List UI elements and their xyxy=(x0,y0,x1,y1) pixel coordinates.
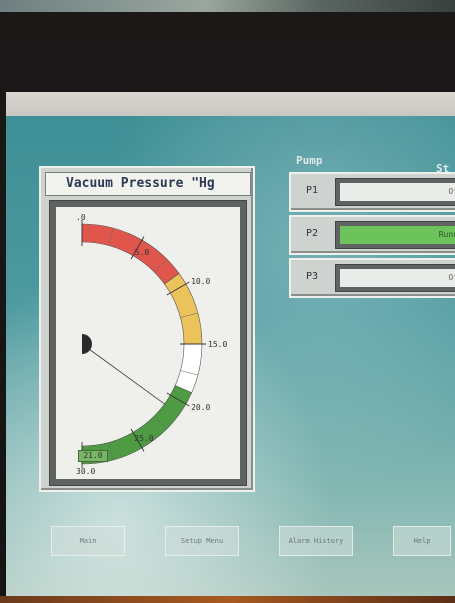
gauge-readout: 21.0 xyxy=(78,450,108,462)
gauge-hub xyxy=(82,334,92,354)
vacuum-gauge-panel: Vacuum Pressure "Hg .0 5.0 10.0 15.0 20.0 25.… xyxy=(39,166,255,492)
pump-status-slot: Runn xyxy=(335,221,455,249)
pump-status-field: Runn xyxy=(340,226,455,244)
gauge-tick-label: 20.0 xyxy=(191,403,210,412)
pump-row-p3[interactable]: P3 Of xyxy=(289,258,455,298)
pump-id: P3 xyxy=(305,271,319,282)
gauge-dial: .0 5.0 10.0 15.0 20.0 25.0 30.0 xyxy=(76,213,227,476)
gauge-tick-label: 30.0 xyxy=(76,467,95,476)
pump-row-p1[interactable]: P1 Of xyxy=(289,172,455,212)
gauge-tick-label: 5.0 xyxy=(135,248,150,257)
gauge-tick-label: 25.0 xyxy=(134,434,153,443)
gauge-title: Vacuum Pressure "Hg xyxy=(45,172,251,196)
pump-row-p2[interactable]: P2 Runn xyxy=(289,215,455,255)
pump-status-field: Of xyxy=(340,269,455,287)
gauge-tick-label: 15.0 xyxy=(208,340,227,349)
main-button[interactable]: Main xyxy=(51,526,125,556)
pump-column-header: Pump xyxy=(296,154,323,167)
gauge-tick-label: .0 xyxy=(76,213,86,222)
gauge-face: .0 5.0 10.0 15.0 20.0 25.0 30.0 21.0 xyxy=(56,207,240,479)
monitor-bezel-lip xyxy=(6,92,455,116)
setup-menu-button[interactable]: Setup Menu xyxy=(165,526,239,556)
pump-status-slot: Of xyxy=(335,264,455,292)
gauge-frame: .0 5.0 10.0 15.0 20.0 25.0 30.0 21.0 xyxy=(49,200,247,486)
pump-id: P1 xyxy=(305,185,319,196)
gauge-needle xyxy=(81,343,165,405)
hmi-screen: Vacuum Pressure "Hg .0 5.0 10.0 15.0 20.0 25.… xyxy=(6,116,455,596)
alarm-history-button[interactable]: Alarm History xyxy=(279,526,353,556)
gauge-tick-label: 10.0 xyxy=(191,277,210,286)
gauge-zone-0 xyxy=(81,223,180,285)
pump-status-slot: Of xyxy=(335,178,455,206)
pump-status-field: Of xyxy=(340,183,455,201)
gauge-zone-2 xyxy=(174,343,203,394)
help-button[interactable]: Help xyxy=(393,526,451,556)
photo-background-bottom xyxy=(0,596,455,603)
pump-id: P2 xyxy=(305,228,319,239)
photo-background-top xyxy=(0,0,455,12)
